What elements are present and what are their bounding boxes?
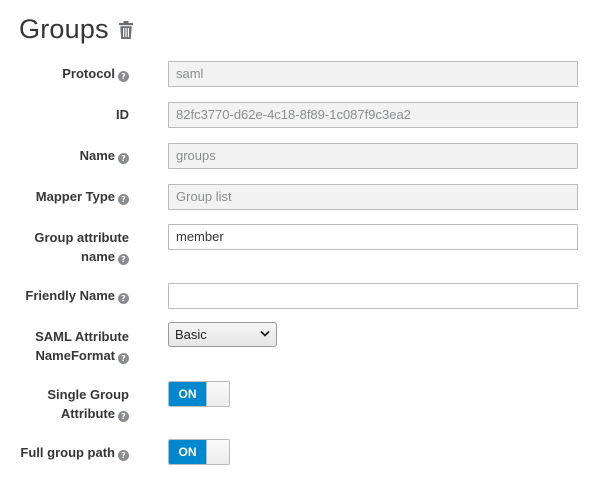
single-group-attribute-label: Single Group Attribute?: [47, 385, 129, 423]
name-field: groups: [168, 143, 578, 169]
name-label-text: Name: [79, 148, 115, 163]
help-icon[interactable]: ?: [118, 411, 129, 422]
group-attribute-name-label-line1: Group attribute: [34, 230, 129, 245]
id-label: ID: [116, 105, 129, 124]
group-attribute-name-input[interactable]: member: [168, 224, 578, 250]
help-icon[interactable]: ?: [118, 71, 129, 82]
help-icon[interactable]: ?: [118, 194, 129, 205]
select-value: Basic: [175, 327, 207, 342]
single-group-attribute-toggle[interactable]: ON: [168, 381, 230, 407]
friendly-name-label-text: Friendly Name: [25, 288, 115, 303]
group-attribute-name-label-line2: name: [81, 249, 115, 264]
saml-attribute-nameformat-label-line2: NameFormat: [35, 348, 115, 363]
friendly-name-label: Friendly Name?: [25, 286, 129, 305]
page-title: Groups: [19, 13, 109, 44]
id-field: 82fc3770-d62e-4c18-8f89-1c087f9c3ea2: [168, 102, 578, 128]
name-label: Name?: [80, 146, 129, 165]
single-group-attribute-label-line1: Single Group: [47, 387, 129, 402]
group-attribute-name-label: Group attribute name?: [34, 228, 129, 266]
toggle-knob: [206, 440, 229, 464]
help-icon[interactable]: ?: [118, 254, 129, 265]
protocol-field: saml: [168, 61, 578, 87]
saml-attribute-nameformat-label-line1: SAML Attribute: [35, 329, 129, 344]
full-group-path-label: Full group path?: [20, 443, 129, 462]
toggle-knob: [206, 382, 229, 406]
full-group-path-label-text: Full group path: [20, 445, 115, 460]
id-label-text: ID: [116, 107, 129, 122]
single-group-attribute-label-line2: Attribute: [60, 406, 115, 421]
full-group-path-toggle[interactable]: ON: [168, 439, 230, 465]
mapper-type-label-text: Mapper Type: [35, 189, 115, 204]
chevron-down-icon: [260, 330, 270, 337]
help-icon[interactable]: ?: [118, 293, 129, 304]
saml-attribute-nameformat-label: SAML Attribute NameFormat?: [35, 327, 129, 365]
toggle-on-label: ON: [169, 382, 206, 406]
help-icon[interactable]: ?: [118, 450, 129, 461]
mapper-type-label: Mapper Type?: [36, 187, 129, 206]
title-row: Groups: [19, 12, 133, 46]
help-icon[interactable]: ?: [118, 153, 129, 164]
help-icon[interactable]: ?: [118, 353, 129, 364]
protocol-label-text: Protocol: [62, 66, 115, 81]
toggle-on-label: ON: [169, 440, 206, 464]
saml-attribute-nameformat-select[interactable]: Basic: [168, 322, 277, 347]
trash-icon[interactable]: [118, 21, 133, 39]
friendly-name-input[interactable]: [168, 283, 578, 309]
mapper-type-field: Group list: [168, 184, 578, 210]
protocol-label: Protocol?: [62, 64, 129, 83]
